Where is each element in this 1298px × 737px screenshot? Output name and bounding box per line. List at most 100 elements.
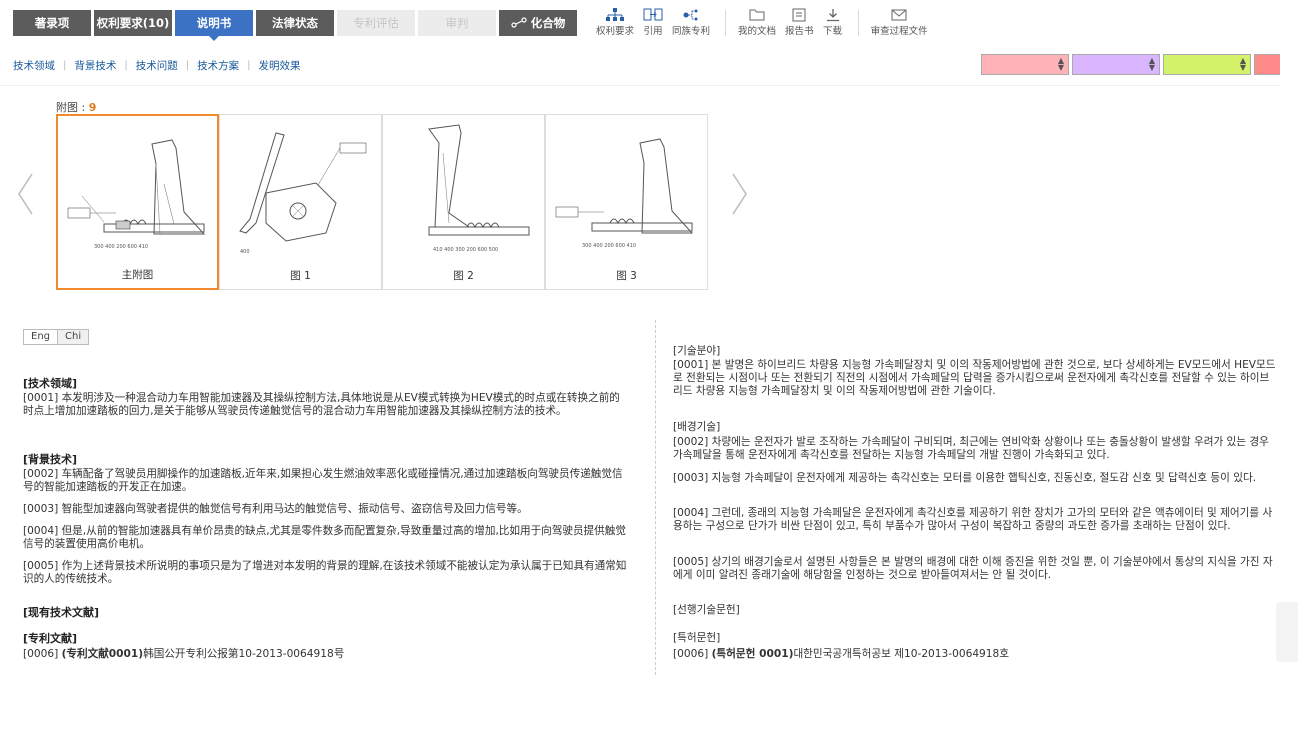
divider bbox=[0, 85, 1280, 86]
figures-title: 附图 : 9 bbox=[56, 99, 96, 115]
paragraph: [0002] 车辆配备了驾驶员用脚操作的加速踏板,近年来,如果担心发生燃油效率恶… bbox=[23, 468, 623, 493]
paragraph: [0001] 본 발명은 하이브리드 차량용 지능형 가속페달장치 및 이의 작… bbox=[673, 359, 1276, 397]
paragraph: [0003] 지능형 가속페달이 운전자에게 제공하는 촉각신호는 모터를 이용… bbox=[673, 472, 1257, 484]
tab-description[interactable]: 说明书 bbox=[175, 10, 253, 41]
tool-family[interactable]: 同族专利 bbox=[672, 8, 710, 37]
paragraph: [0003] 智能型加速器向驾驶者提供的触觉信号有利用马达的触觉信号、振动信号、… bbox=[23, 503, 528, 515]
tool-citation[interactable]: 引用 bbox=[643, 8, 663, 37]
section-link-solution[interactable]: 技术方案 bbox=[197, 58, 239, 73]
paragraph-number: [0006] bbox=[673, 648, 712, 660]
section-link-field[interactable]: 技术领域 bbox=[13, 58, 55, 73]
figures-count: 9 bbox=[88, 101, 97, 114]
highlight-color-select-1[interactable]: ▲ ▼ bbox=[981, 54, 1069, 75]
tool-report-label: 报告书 bbox=[785, 26, 814, 37]
scroll-handle[interactable] bbox=[1276, 602, 1298, 662]
paragraph: [0005] 作为上述背景技术所说明的事项只是为了增进对本发明的背景的理解,在该… bbox=[23, 560, 627, 585]
paragraph: [0002] 차량에는 운전자가 발로 조작하는 가속페달이 구비되며, 최근에… bbox=[673, 436, 1269, 461]
paragraph: [0004] 그런데, 종래의 지능형 가속페달은 운전자에게 촉각신호를 제공… bbox=[673, 507, 1273, 532]
tool-claims-tree-label: 权利要求 bbox=[596, 26, 635, 37]
tool-download[interactable]: 下载 bbox=[823, 8, 843, 37]
tool-bar: 权利要求 引用 同族专利 我的文档 报告书 下载 审查过程文件 bbox=[596, 8, 937, 37]
tab-trial: 审判 bbox=[418, 10, 496, 36]
nav-separator: | bbox=[124, 60, 128, 71]
pedal-drawing-image: 300 400 200 600 410 bbox=[67, 139, 206, 250]
highlight-color-select-3[interactable]: ▲ ▼ bbox=[1163, 54, 1251, 75]
patent-citation-text: 韩国公开专利公报第10-2013-0064918号 bbox=[143, 648, 345, 660]
section-nav: 技术领域 | 背景技术 | 技术问题 | 技术方案 | 发明效果 bbox=[13, 58, 301, 73]
tab-legal-status[interactable]: 法律状态 bbox=[256, 10, 334, 36]
tool-citation-label: 引用 bbox=[643, 26, 663, 37]
paragraph: [0006] (특허문헌 0001)대한민국공개특허공보 제10-2013-00… bbox=[673, 648, 1279, 661]
language-toggle: Eng Chi bbox=[23, 329, 90, 345]
paragraph: [0001] 本发明涉及一种混合动力车用智能加速器及其操纵控制方法,具体地说是从… bbox=[23, 392, 620, 417]
tab-compound[interactable]: 化合物 bbox=[499, 10, 577, 36]
download-icon bbox=[826, 9, 839, 22]
figure-caption: 图 2 bbox=[453, 270, 474, 282]
patent-citation-text: 대한민국공개특허공보 제10-2013-0064918호 bbox=[793, 648, 1010, 660]
stepper-icon: ▲ ▼ bbox=[1057, 56, 1064, 72]
section-heading: [现有技术文献] bbox=[23, 606, 100, 619]
tool-prosecution-file[interactable]: 审查过程文件 bbox=[871, 8, 928, 37]
section-link-background[interactable]: 背景技术 bbox=[74, 58, 116, 73]
tool-prosecution-file-label: 审查过程文件 bbox=[870, 26, 928, 37]
section-heading: [背景技术] bbox=[23, 453, 78, 466]
report-icon bbox=[792, 8, 806, 22]
figure-caption: 图 1 bbox=[290, 270, 311, 282]
pedal-drawing-image: 410 400 300 200 600 500 bbox=[428, 124, 530, 253]
nav-separator: | bbox=[185, 60, 190, 71]
section-heading: [专利文献] bbox=[23, 632, 78, 645]
toolbar: 著录项 权利要求(10) 说明书 法律状态 专利评估 审判 化合物 权利要求 引… bbox=[0, 0, 1298, 50]
svg-text:400: 400 bbox=[240, 249, 250, 255]
paragraph: [0006] (专利文献0001)韩国公开专利公报第10-2013-006491… bbox=[23, 648, 630, 661]
tab-bar: 著录项 权利要求(10) 说明书 法律状态 专利评估 审判 化合物 bbox=[13, 10, 577, 41]
lang-eng-button[interactable]: Eng bbox=[23, 329, 59, 345]
pedal-drawing-image: 400 bbox=[239, 132, 367, 255]
paragraph-number: [0006] bbox=[23, 648, 62, 660]
tool-separator bbox=[857, 10, 859, 36]
nav-separator: | bbox=[247, 60, 251, 71]
figures-title-label: 附图 : bbox=[56, 101, 89, 114]
svg-text:300 400 200 600 410: 300 400 200 600 410 bbox=[94, 244, 148, 250]
chevron-right-icon[interactable] bbox=[728, 172, 750, 216]
column-divider bbox=[655, 320, 656, 675]
section-heading: [技术领域] bbox=[23, 377, 78, 390]
tab-bibliography[interactable]: 著录项 bbox=[13, 10, 91, 36]
section-heading: [기술분야] bbox=[673, 345, 721, 357]
paragraph: [0005] 상기의 배경기술로서 설명된 사항들은 본 발명의 배경에 대한 … bbox=[673, 556, 1273, 581]
paragraph: [0004] 但是,从前的智能加速器具有单价昂贵的缺点,尤其是零件数多而配置复杂… bbox=[23, 525, 626, 550]
highlight-color-select-4[interactable] bbox=[1254, 54, 1280, 75]
figure-thumbnail-2[interactable]: 410 400 300 200 600 500 图 2 bbox=[382, 114, 545, 290]
pedal-drawing-image: 300 400 200 600 410 bbox=[555, 138, 694, 249]
tool-separator bbox=[725, 10, 727, 36]
figure-strip: 300 400 200 600 410 主附图 400 图 1 410 400 … bbox=[56, 114, 708, 290]
tool-claims-tree[interactable]: 权利要求 bbox=[596, 8, 634, 37]
folder-icon bbox=[749, 9, 765, 21]
tool-family-label: 同族专利 bbox=[672, 26, 711, 37]
svg-text:300 400 200 600 410: 300 400 200 600 410 bbox=[582, 243, 636, 249]
stepper-icon: ▲ ▼ bbox=[1148, 56, 1155, 72]
mail-icon bbox=[891, 9, 907, 21]
figure-thumbnail-1[interactable]: 400 图 1 bbox=[219, 114, 382, 290]
svg-text:410 400 300 200 600 500: 410 400 300 200 600 500 bbox=[433, 247, 498, 253]
figure-caption: 主附图 bbox=[121, 269, 154, 281]
section-heading: [배경기술] bbox=[673, 421, 721, 433]
tab-patent-evaluation: 专利评估 bbox=[337, 10, 415, 36]
section-heading: [특허문헌] bbox=[673, 632, 721, 644]
tool-my-documents[interactable]: 我的文档 bbox=[738, 8, 776, 37]
figure-thumbnail-main[interactable]: 300 400 200 600 410 主附图 bbox=[56, 114, 219, 290]
tool-download-label: 下载 bbox=[823, 26, 843, 37]
tab-claims[interactable]: 权利要求(10) bbox=[94, 10, 172, 36]
tool-report[interactable]: 报告书 bbox=[785, 8, 814, 37]
chevron-left-icon[interactable] bbox=[15, 172, 37, 216]
section-link-problem[interactable]: 技术问题 bbox=[136, 58, 178, 73]
lang-chi-button[interactable]: Chi bbox=[58, 329, 90, 345]
tool-my-documents-label: 我的文档 bbox=[738, 26, 777, 37]
section-link-effect[interactable]: 发明效果 bbox=[259, 58, 301, 73]
figure-caption: 图 3 bbox=[616, 270, 637, 282]
citation-icon bbox=[643, 8, 663, 21]
tab-compound-label: 化合物 bbox=[530, 16, 566, 30]
patent-citation-label: (专利文献0001) bbox=[61, 648, 144, 660]
figure-thumbnail-3[interactable]: 300 400 200 600 410 图 3 bbox=[545, 114, 708, 290]
hierarchy-icon bbox=[606, 8, 624, 21]
highlight-color-select-2[interactable]: ▲ ▼ bbox=[1072, 54, 1160, 75]
